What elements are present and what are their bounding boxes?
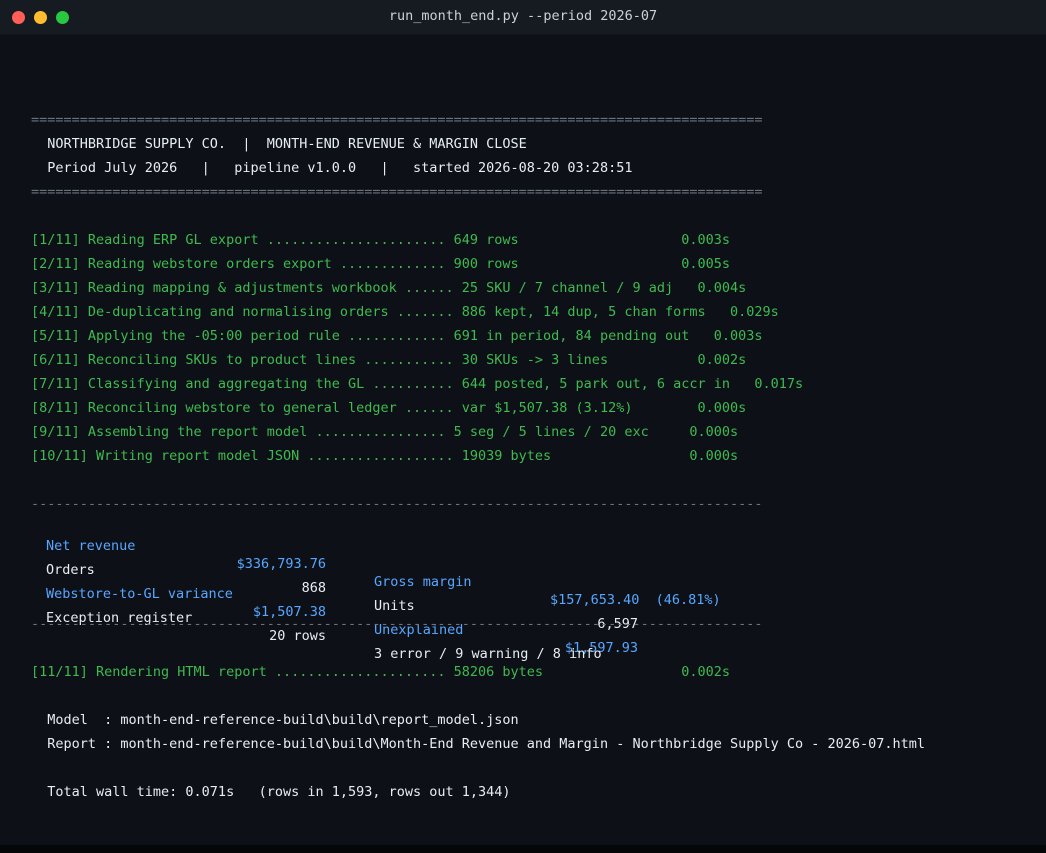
summary-row-net-revenue: Net revenue $336,793.76 Gross margin $15… [31, 519, 751, 608]
exception-breakdown: 3 error / 9 warning / 8 info [374, 646, 602, 662]
total-wall-time: Total wall time: 0.071s (rows in 1,593, … [31, 784, 511, 800]
summary-row-exceptions: Exception register 20 rows 3 error / 9 w… [31, 591, 751, 662]
step-line: [6/11] Reconciling SKUs to product lines… [31, 352, 747, 368]
header-company-line: NORTHBRIDGE SUPPLY CO. | MONTH-END REVEN… [31, 136, 527, 152]
header-rule-top: ========================================… [31, 112, 763, 128]
step-line: [5/11] Applying the -05:00 period rule .… [31, 328, 763, 344]
step-line: [9/11] Assembling the report model .....… [31, 424, 739, 440]
summary-row-variance: Webstore-to-GL variance $1,507.38 Unexpl… [31, 567, 751, 656]
summary-rule-top: ----------------------------------------… [31, 496, 763, 512]
summary-rule-bottom: ----------------------------------------… [31, 616, 763, 632]
terminal-bottom-edge [0, 845, 1046, 853]
step-line: [4/11] De-duplicating and normalising or… [31, 304, 779, 320]
step-line: [1/11] Reading ERP GL export ...........… [31, 232, 730, 248]
summary-row-orders: Orders 868 Units 6,597 [31, 543, 751, 632]
window-titlebar: run_month_end.py --period 2026-07 [0, 0, 1046, 35]
step-line: [10/11] Writing report model JSON ......… [31, 448, 739, 464]
window-title: run_month_end.py --period 2026-07 [388, 8, 658, 24]
header-rule-bottom: ========================================… [31, 184, 763, 200]
step-line: [8/11] Reconciling webstore to general l… [31, 400, 747, 416]
render-step-line: [11/11] Rendering HTML report ..........… [31, 664, 730, 680]
header-period-line: Period July 2026 | pipeline v1.0.0 | sta… [31, 160, 633, 176]
model-output-path: Model : month-end-reference-build\build\… [31, 712, 519, 728]
report-output-path: Report : month-end-reference-build\build… [31, 736, 926, 752]
step-line: [2/11] Reading webstore orders export ..… [31, 256, 730, 272]
step-line: [3/11] Reading mapping & adjustments wor… [31, 280, 747, 296]
step-line: [7/11] Classifying and aggregating the G… [31, 376, 804, 392]
